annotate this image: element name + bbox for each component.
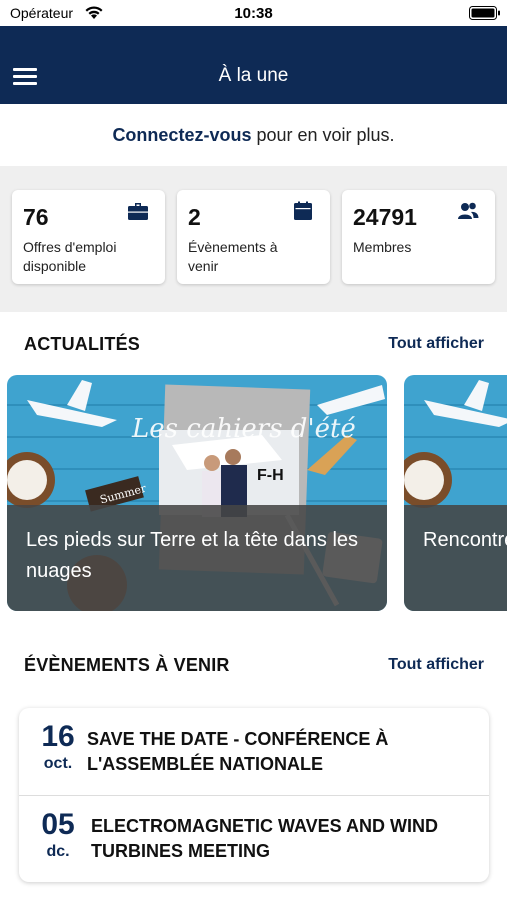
stat-card-events[interactable]: 2 Évènements à venir (177, 190, 330, 284)
event-month: oct. (43, 755, 73, 772)
news-card[interactable]: Rencontre Touzalin (404, 375, 507, 611)
stat-card-members[interactable]: 24791 Membres (342, 190, 495, 284)
connect-text: pour en voir plus. (251, 125, 395, 145)
news-overlay (404, 505, 507, 611)
news-title: Rencontre Touzalin (423, 529, 507, 551)
plane-text: F-H (257, 467, 284, 484)
event-day: 05 (41, 808, 75, 841)
calendar-icon (294, 201, 312, 220)
briefcase-icon (128, 203, 148, 220)
stat-value: 2 (188, 204, 201, 230)
stat-value: 76 (23, 204, 49, 230)
page-title: À la une (218, 65, 289, 86)
stat-label: Offres d'emploi disponible (23, 239, 117, 274)
event-item[interactable]: 16 oct. SAVE THE DATE - CONFÉRENCE À L'A… (19, 708, 489, 795)
news-title: Les pieds sur Terre et la tête dans les … (26, 529, 359, 582)
stat-value: 24791 (353, 204, 417, 230)
image-caption: Les cahiers d'été (131, 414, 356, 444)
news-card[interactable]: Summer F-H Les cahiers d'été Les pieds s… (7, 375, 387, 611)
event-month: dc. (46, 843, 70, 860)
event-day: 16 (41, 720, 75, 753)
clock: 10:38 (234, 5, 273, 22)
status-bar: Opérateur 10:38 (0, 0, 507, 26)
event-item[interactable]: 05 dc. ELECTROMAGNETIC WAVES AND WIND TU… (19, 795, 489, 882)
event-title: ELECTROMAGNETIC WAVES AND WIND TURBINES … (91, 816, 438, 861)
battery-icon (469, 6, 500, 20)
event-title: SAVE THE DATE - CONFÉRENCE À L'ASSEMBLÉE… (87, 729, 389, 774)
stat-card-jobs[interactable]: 76 Offres d'emploi disponible (12, 190, 165, 284)
connect-banner: Connectez-vous pour en voir plus. (0, 104, 507, 166)
users-icon (458, 202, 479, 219)
news-section-title: ACTUALITÉS (24, 334, 140, 354)
login-link[interactable]: Connectez-vous (112, 125, 251, 145)
stat-label: Évènements à venir (188, 239, 278, 274)
news-show-all-link[interactable]: Tout afficher (388, 335, 484, 353)
stats-section: 76 Offres d'emploi disponible 2 Évènemen… (0, 166, 507, 312)
events-list: 16 oct. SAVE THE DATE - CONFÉRENCE À L'A… (19, 708, 489, 882)
stat-label: Membres (353, 239, 412, 255)
events-show-all-link[interactable]: Tout afficher (388, 656, 484, 674)
events-section-title: ÉVÈNEMENTS À VENIR (24, 655, 230, 675)
